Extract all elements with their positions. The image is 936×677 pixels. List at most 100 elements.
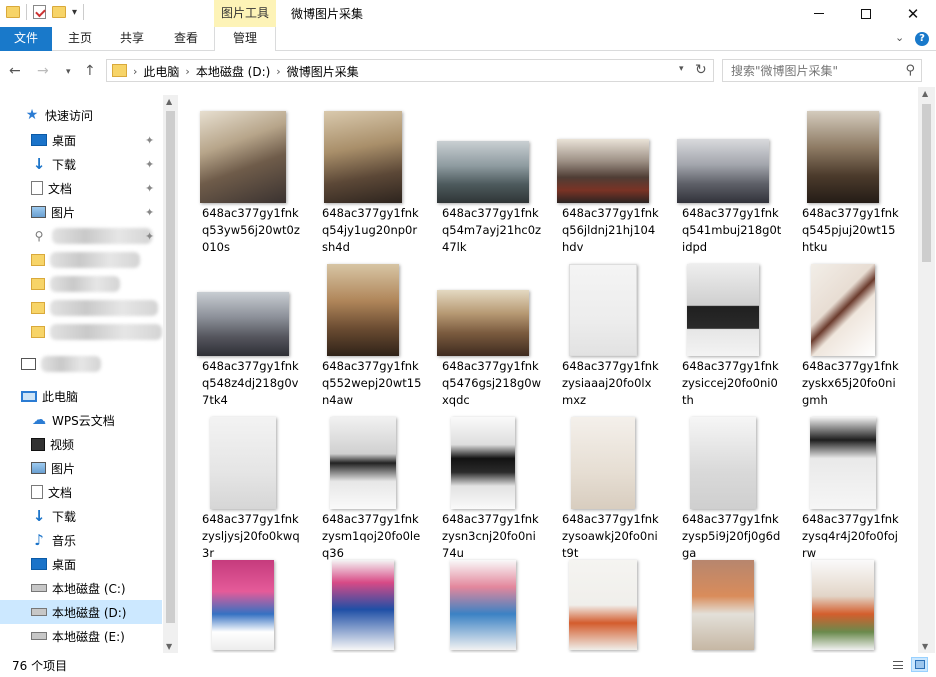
- music-note-icon: ♪: [34, 531, 44, 549]
- file-item[interactable]: 648ac377gy1fnkq541mbuj218g0tidpd: [663, 97, 782, 254]
- sidebar-item-wps-cloud[interactable]: ☁ WPS云文档: [0, 408, 162, 432]
- breadcrumb-this-pc[interactable]: 此电脑: [143, 63, 179, 80]
- breadcrumb-drive-d[interactable]: 本地磁盘 (D:): [196, 63, 270, 80]
- file-item[interactable]: 648ac377gy1fnkq545pjuj20wt15htku: [783, 97, 902, 254]
- sidebar-item-downloads-pc[interactable]: ↓ 下载: [0, 504, 162, 528]
- scroll-up-icon[interactable]: ▲: [166, 97, 172, 106]
- sidebar-item-this-pc[interactable]: 此电脑: [0, 384, 162, 408]
- sidebar-item-pictures[interactable]: 图片 ✦: [0, 200, 162, 224]
- scroll-up-icon[interactable]: ▲: [922, 89, 928, 98]
- content-scrollbar[interactable]: ▲ ▼: [918, 87, 935, 653]
- up-arrow-icon[interactable]: ↑: [84, 63, 96, 79]
- sidebar-item-desktop-pc[interactable]: 桌面: [0, 552, 162, 576]
- file-item[interactable]: [303, 556, 422, 653]
- image-thumbnail: [331, 560, 394, 650]
- customize-toolbar-icon[interactable]: ▾: [72, 7, 77, 18]
- sidebar-item-quick-access[interactable]: ★ 快速访问: [0, 103, 162, 127]
- file-item[interactable]: 648ac377gy1fnkzysm1qoj20fo0leq36: [303, 403, 422, 560]
- file-item[interactable]: [663, 556, 782, 653]
- address-dropdown-icon[interactable]: ▾: [679, 64, 684, 74]
- minimize-button[interactable]: [796, 0, 842, 27]
- refresh-icon[interactable]: ↻: [695, 62, 707, 78]
- file-item[interactable]: 648ac377gy1fnkq54jy1ug20np0rsh4d: [303, 97, 422, 254]
- file-item[interactable]: 648ac377gy1fnkzyskx65j20fo0nigmh: [783, 250, 902, 407]
- scrollbar-thumb[interactable]: [166, 111, 175, 623]
- file-item[interactable]: 648ac377gy1fnkzysp5i9j20fj0g6dga: [663, 403, 782, 560]
- file-name: 648ac377gy1fnkzysn3cnj20fo0ni74u: [442, 512, 539, 560]
- expand-ribbon-icon[interactable]: ⌄: [895, 31, 904, 44]
- file-item[interactable]: 648ac377gy1fnkzysn3cnj20fo0ni74u: [423, 403, 542, 560]
- file-item[interactable]: 648ac377gy1fnkq56jldnj21hj104hdv: [543, 97, 662, 254]
- sidebar-item-videos[interactable]: 视频: [0, 432, 162, 456]
- file-item[interactable]: 648ac377gy1fnkzysiaaaj20fo0lxmxz: [543, 250, 662, 407]
- file-item[interactable]: [543, 556, 662, 653]
- sidebar-item-blurred[interactable]: [0, 296, 162, 320]
- large-icons-view-button[interactable]: [911, 657, 928, 672]
- sidebar-item-downloads[interactable]: ↓ 下载 ✦: [0, 152, 162, 176]
- chevron-right-icon[interactable]: ›: [276, 65, 280, 78]
- file-item[interactable]: 648ac377gy1fnkzysljysj20fo0kwq3r: [183, 403, 302, 560]
- sidebar-scrollbar[interactable]: ▲ ▼: [163, 95, 178, 653]
- chevron-right-icon[interactable]: ›: [133, 65, 137, 78]
- recent-locations-icon[interactable]: ▾: [66, 67, 71, 77]
- file-item[interactable]: 648ac377gy1fnkq5476gsj218g0wxqdc: [423, 250, 542, 407]
- file-item[interactable]: [423, 556, 542, 653]
- image-thumbnail: [436, 141, 529, 203]
- search-box[interactable]: ⚲: [722, 59, 922, 82]
- redacted-label: [41, 356, 101, 372]
- redacted-label: [50, 276, 120, 292]
- sidebar-item-drive-e[interactable]: 本地磁盘 (E:): [0, 624, 162, 648]
- sidebar-item-drive-d[interactable]: 本地磁盘 (D:): [0, 600, 162, 624]
- properties-icon[interactable]: [33, 5, 46, 19]
- maximize-button[interactable]: [843, 0, 889, 27]
- sidebar-item-documents-pc[interactable]: 文档: [0, 480, 162, 504]
- search-input[interactable]: [731, 60, 901, 81]
- chevron-right-icon[interactable]: ›: [185, 65, 189, 78]
- file-item[interactable]: [183, 556, 302, 653]
- tab-manage[interactable]: 管理: [214, 27, 276, 51]
- file-item[interactable]: 648ac377gy1fnkq548z4dj218g0v7tk4: [183, 250, 302, 407]
- scrollbar-thumb[interactable]: [922, 104, 931, 262]
- file-item[interactable]: 648ac377gy1fnkq54m7ayj21hc0z47lk: [423, 97, 542, 254]
- file-item[interactable]: 648ac377gy1fnkzysiccej20fo0ni0th: [663, 250, 782, 407]
- sidebar-item-blurred[interactable]: [0, 248, 162, 272]
- scroll-down-icon[interactable]: ▼: [166, 642, 172, 651]
- sidebar-item-blurred[interactable]: [0, 320, 162, 344]
- help-icon[interactable]: ?: [915, 32, 929, 46]
- sidebar-item-label: 下载: [52, 157, 77, 172]
- sidebar-item-blurred[interactable]: [0, 352, 162, 376]
- folder-icon: [112, 64, 127, 77]
- details-view-button[interactable]: [889, 657, 906, 672]
- file-name: 648ac377gy1fnkzysiaaaj20fo0lxmxz: [562, 359, 659, 407]
- tab-share[interactable]: 共享: [108, 27, 156, 51]
- status-bar: 76 个项目: [0, 653, 936, 677]
- breadcrumb-current-folder[interactable]: 微博图片采集: [287, 63, 359, 80]
- picture-tools-label: 图片工具: [214, 0, 276, 27]
- pin-icon: ✦: [145, 157, 155, 171]
- back-arrow-icon[interactable]: ←: [9, 63, 21, 79]
- sidebar-item-drive-c[interactable]: 本地磁盘 (C:): [0, 576, 162, 600]
- sidebar-item-blurred[interactable]: [0, 272, 162, 296]
- sidebar-item-blurred[interactable]: ⚲ ✦: [0, 224, 162, 248]
- cloud-icon: ☁: [32, 412, 46, 428]
- file-item[interactable]: 648ac377gy1fnkq552wepj20wt15n4aw: [303, 250, 422, 407]
- forward-arrow-icon[interactable]: →: [37, 63, 49, 79]
- scroll-down-icon[interactable]: ▼: [922, 642, 928, 651]
- sidebar-item-pictures-pc[interactable]: 图片: [0, 456, 162, 480]
- pin-icon: ✦: [145, 181, 155, 195]
- file-item[interactable]: 648ac377gy1fnkq53yw56j20wt0z010s: [183, 97, 302, 254]
- tab-view[interactable]: 查看: [162, 27, 210, 51]
- close-button[interactable]: ✕: [890, 0, 936, 27]
- file-item[interactable]: 648ac377gy1fnkzysoawkj20fo0nit9t: [543, 403, 662, 560]
- file-item[interactable]: [783, 556, 902, 653]
- sidebar-item-music[interactable]: ♪ 音乐: [0, 528, 162, 552]
- sidebar-item-documents[interactable]: 文档 ✦: [0, 176, 162, 200]
- address-bar[interactable]: › 此电脑 › 本地磁盘 (D:) › 微博图片采集 ▾ ↻: [106, 59, 714, 82]
- file-item[interactable]: 648ac377gy1fnkzysq4r4j20fo0fojrw: [783, 403, 902, 560]
- tab-home[interactable]: 主页: [56, 27, 104, 51]
- sidebar-item-desktop[interactable]: 桌面 ✦: [0, 128, 162, 152]
- tab-file[interactable]: 文件: [0, 27, 52, 51]
- app-window-icon: [21, 358, 36, 370]
- new-folder-icon[interactable]: [52, 6, 66, 18]
- search-icon[interactable]: ⚲: [905, 63, 915, 78]
